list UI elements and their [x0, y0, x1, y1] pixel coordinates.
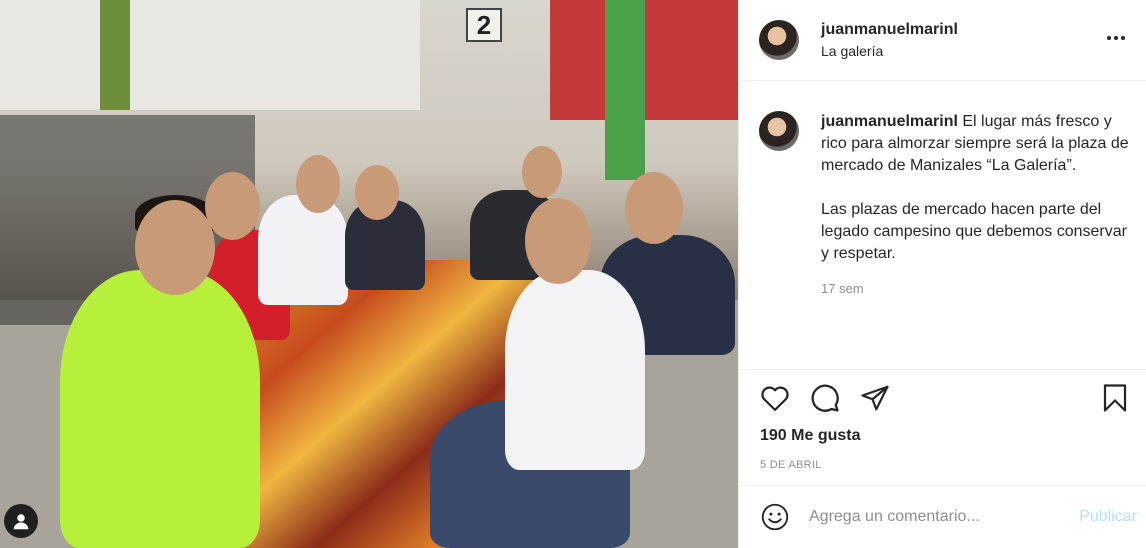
- username-link[interactable]: juanmanuelmarinl: [821, 21, 958, 39]
- user-silhouette-icon: [13, 514, 29, 530]
- share-icon[interactable]: [859, 382, 891, 414]
- post-header: juanmanuelmarinl La galería: [739, 0, 1146, 81]
- location-link[interactable]: La galería: [821, 43, 958, 59]
- publish-button[interactable]: Publicar: [1071, 508, 1137, 526]
- post-date: 5 DE ABRIL: [760, 459, 822, 471]
- photo-face: [525, 198, 591, 284]
- caption-section: juanmanuelmarinl El lugar más fresco y r…: [739, 81, 1146, 368]
- emoji-icon[interactable]: [759, 501, 791, 533]
- avatar[interactable]: [759, 20, 799, 60]
- post-sidebar: juanmanuelmarinl La galería juanmanuelma…: [738, 0, 1146, 548]
- photo-face: [522, 146, 562, 198]
- dot: [1107, 36, 1111, 40]
- heart-icon[interactable]: [759, 382, 791, 414]
- photo-face: [205, 172, 260, 240]
- photo-green-pillar: [605, 0, 645, 180]
- dot: [1114, 36, 1118, 40]
- photo-face: [625, 172, 683, 244]
- comment-input[interactable]: [809, 508, 1072, 526]
- photo-green-post: [100, 0, 130, 110]
- action-icons: [759, 382, 891, 414]
- photo-face: [355, 165, 399, 220]
- dot: [1121, 36, 1125, 40]
- photo-person: [60, 270, 260, 548]
- likes-count[interactable]: 190 Me gusta: [760, 427, 860, 445]
- photo-face: [296, 155, 340, 213]
- caption-paragraph-2: Las plazas de mercado hacen parte del le…: [821, 201, 1127, 262]
- bookmark-icon[interactable]: [1099, 382, 1131, 414]
- photo-section-sign: 2: [466, 8, 502, 42]
- action-bar: 190 Me gusta 5 DE ABRIL: [739, 369, 1146, 485]
- caption-text: juanmanuelmarinl El lugar más fresco y r…: [821, 111, 1136, 265]
- photo-face: [135, 200, 215, 295]
- photo-person: [505, 270, 645, 470]
- caption-avatar[interactable]: [759, 111, 799, 151]
- caption-username[interactable]: juanmanuelmarinl: [821, 113, 958, 130]
- photo-person: [258, 195, 348, 305]
- more-options-icon[interactable]: [1104, 26, 1128, 50]
- comment-bar: Publicar: [739, 485, 1146, 548]
- header-text: juanmanuelmarinl La galería: [821, 21, 958, 59]
- caption-time-ago: 17 sem: [821, 281, 864, 296]
- photo-background-wall: [0, 0, 420, 110]
- comment-icon[interactable]: [809, 382, 841, 414]
- user-tag-icon[interactable]: [4, 504, 38, 538]
- post-photo[interactable]: 2: [0, 0, 738, 548]
